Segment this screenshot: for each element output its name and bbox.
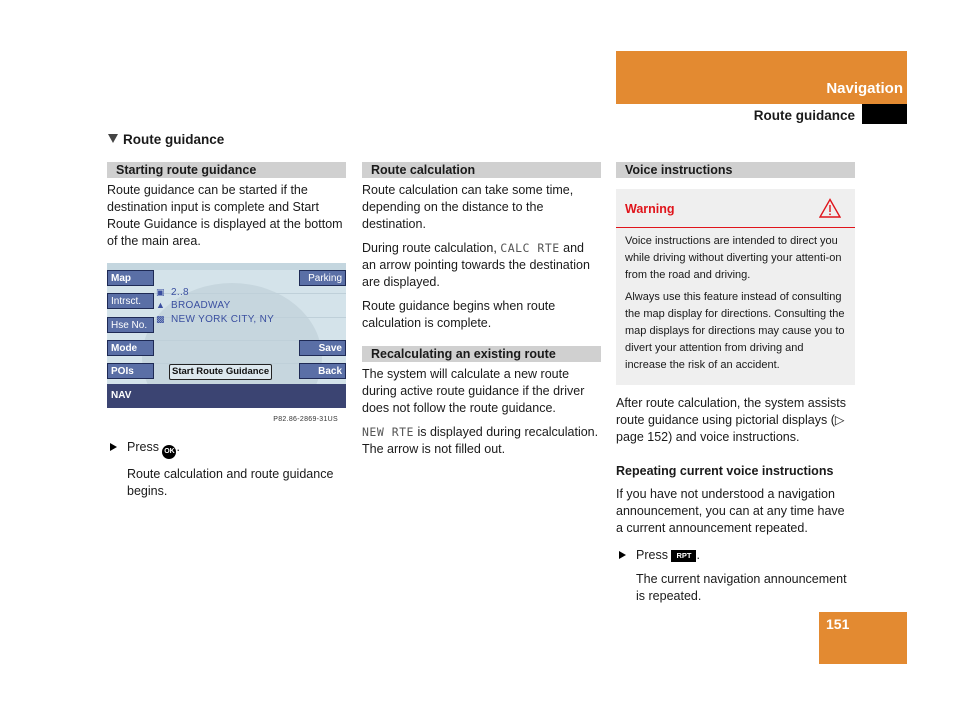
step-result: Route calculation and route guidance beg… xyxy=(127,467,334,498)
image-code: P82.86-2869-31US xyxy=(273,416,338,423)
page-title: Route guidance xyxy=(108,132,224,147)
triangle-down-icon xyxy=(108,134,118,143)
screen-button-parking: Parking xyxy=(299,270,346,286)
step-text: Press xyxy=(127,440,159,454)
column-route-calculation: Route calculation Route calculation can … xyxy=(362,162,601,465)
step-result: The current navigation announcement is r… xyxy=(636,572,847,603)
screen-button-back: Back xyxy=(299,363,346,379)
heading-voice-instructions: Voice instructions xyxy=(616,162,855,178)
start-route-guidance-button: Start Route Guidance xyxy=(169,364,273,380)
warning-body: Voice instructions are intended to direc… xyxy=(616,228,855,385)
paragraph: The system will calculate a new route du… xyxy=(362,367,585,415)
city-icon: ▩ xyxy=(156,314,165,324)
paragraph-calc-rte: During route calculation, CALC RTE and a… xyxy=(362,240,601,291)
warning-text: Voice instructions are intended to direc… xyxy=(625,235,842,281)
nav-screen-illustration: Map Intrsct. Hse No. Mode POIs Parking S… xyxy=(107,263,346,408)
page-title-text: Route guidance xyxy=(123,132,225,147)
paragraph: Route guidance begins when route calcula… xyxy=(362,299,556,330)
bullet-arrow-icon xyxy=(110,443,117,451)
paragraph-page-ref: After route calculation, the system assi… xyxy=(616,396,846,444)
paragraph-new-rte: NEW RTE is displayed during recalculatio… xyxy=(362,424,601,458)
text: During route calculation, xyxy=(362,241,501,255)
screen-button-intersection: Intrsct. xyxy=(107,293,154,309)
screen-top-band xyxy=(107,263,346,270)
screen-button-save: Save xyxy=(299,340,346,356)
bullet-arrow-icon xyxy=(619,551,626,559)
screen-status-bar: NAV xyxy=(107,384,346,408)
screen-row-city: ▩ NEW YORK CITY, NY xyxy=(156,311,274,328)
step-text: Press xyxy=(636,548,668,562)
warning-triangle-icon xyxy=(819,198,841,218)
warning-title: Warning xyxy=(625,202,675,216)
screen-button-map: Map xyxy=(107,270,154,286)
warning-box: Warning Voice instructions are intended … xyxy=(616,189,855,385)
heading-route-calculation: Route calculation xyxy=(362,162,601,178)
section-marker xyxy=(862,104,907,124)
column-starting-route-guidance: Starting route guidance Route guidance c… xyxy=(107,162,346,507)
heading-starting-route-guidance: Starting route guidance xyxy=(107,162,346,178)
screen-button-mode: Mode xyxy=(107,340,154,356)
row-text: BROADWAY xyxy=(171,300,231,311)
heading-recalculating: Recalculating an existing route xyxy=(362,346,601,362)
rpt-button-icon: RPT xyxy=(671,550,697,562)
step-press-ok: Press OK. xyxy=(107,439,346,459)
row-text: NEW YORK CITY, NY xyxy=(171,314,275,325)
page-number: 151 xyxy=(826,616,850,632)
column-voice-instructions: Voice instructions Warning Voice instruc… xyxy=(616,162,855,612)
screen-button-house-number: Hse No. xyxy=(107,317,154,333)
warning-header: Warning xyxy=(616,189,855,228)
display-text-new-rte: NEW RTE xyxy=(362,425,414,439)
chapter-title: Navigation xyxy=(826,80,903,97)
display-text-calc-rte: CALC RTE xyxy=(500,241,560,255)
section-label: Route guidance xyxy=(753,108,855,123)
paragraph: Route calculation can take some time, de… xyxy=(362,183,574,231)
subheading-repeating: Repeating current voice instructions xyxy=(616,464,834,478)
ok-button-icon: OK xyxy=(162,445,177,459)
warning-text: Always use this feature instead of consu… xyxy=(625,291,845,371)
paragraph: If you have not understood a navigation … xyxy=(616,487,845,535)
screen-button-pois: POIs xyxy=(107,363,154,379)
step-press-rpt: Press RPT. xyxy=(616,547,855,564)
intro-text: Route guidance can be started if the des… xyxy=(107,183,343,248)
